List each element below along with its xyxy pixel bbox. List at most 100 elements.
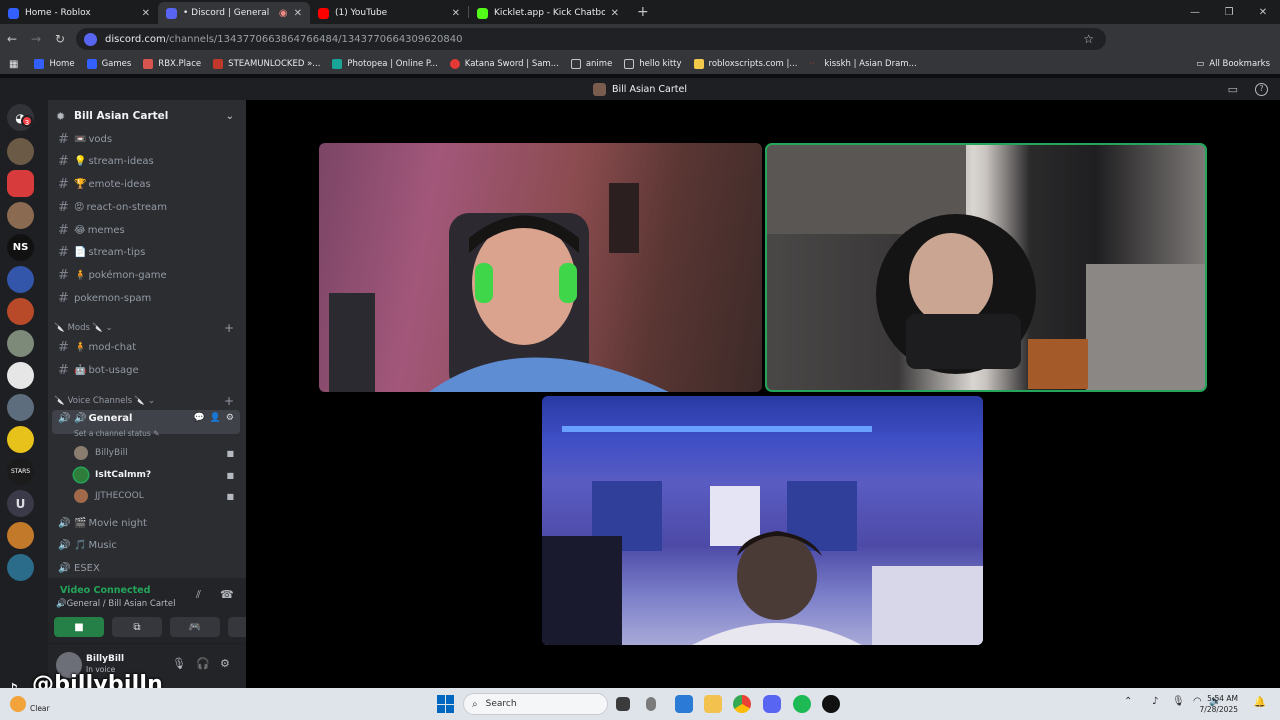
app-icon[interactable] (822, 695, 840, 713)
bookmark-photopea[interactable]: Photopea | Online P... (332, 59, 438, 69)
task-view-icon[interactable] (616, 697, 630, 711)
close-tab-icon[interactable]: ✕ (142, 8, 150, 19)
voice-user[interactable]: BillyBill ■ (74, 444, 240, 462)
tab-kicklet[interactable]: Kicklet.app - Kick Chatbot and ✕ (469, 2, 627, 24)
close-window-icon[interactable]: ✕ (1246, 7, 1280, 18)
server-icon[interactable] (7, 394, 34, 421)
back-icon[interactable]: ← (0, 32, 24, 46)
noise-suppression-icon[interactable]: ⫽ (196, 588, 201, 602)
chat-bubble-icon[interactable]: 💬 (193, 413, 204, 423)
channel-memes[interactable]: # 😂 memes (52, 220, 240, 240)
server-icon[interactable]: U (7, 490, 34, 517)
reload-icon[interactable]: ↻ (48, 32, 72, 46)
chrome-icon[interactable] (733, 695, 751, 713)
category-voice-channels[interactable]: 🔪 Voice Channels 🔪 ⌄ + (54, 393, 240, 409)
add-member-icon[interactable]: 👤 (210, 413, 221, 423)
channel-vods[interactable]: # 📼 vods (52, 129, 240, 149)
bookmark-robloxscripts[interactable]: robloxscripts.com |... (693, 59, 797, 69)
bookmark-folder-hello-kitty[interactable]: hello kitty (624, 59, 682, 69)
bookmark-steamunlocked[interactable]: STEAMUNLOCKED »... (213, 59, 320, 69)
add-channel-icon[interactable]: + (224, 321, 234, 335)
bookmark-games[interactable]: Games (86, 59, 131, 69)
file-explorer-icon[interactable] (704, 695, 722, 713)
screen-share-button[interactable]: ⧉ (112, 617, 162, 637)
help-icon[interactable]: ? (1255, 82, 1268, 96)
disconnect-icon[interactable]: ☎ (220, 588, 234, 601)
server-icon[interactable] (7, 554, 34, 581)
bookmark-kisskh[interactable]: ·· kisskh | Asian Dram... (809, 59, 916, 69)
tiktok-tray-icon[interactable]: ♪ (1152, 696, 1158, 707)
server-icon[interactable] (7, 522, 34, 549)
bookmark-folder-anime[interactable]: anime (570, 59, 612, 69)
all-bookmarks-button[interactable]: ▭ All Bookmarks (1196, 54, 1270, 74)
chevron-down-icon[interactable]: ⌄ (226, 111, 234, 122)
server-header[interactable]: ✹ Bill Asian Cartel ⌄ (48, 100, 246, 132)
tray-overflow-icon[interactable]: ⌃ (1124, 696, 1132, 707)
forward-icon[interactable]: → (24, 32, 48, 46)
weather-icon[interactable] (10, 696, 26, 712)
channel-pokemon-game[interactable]: # 🧍 pokémon-game (52, 265, 240, 285)
minimize-icon[interactable]: — (1178, 7, 1212, 18)
close-tab-icon[interactable]: ✕ (294, 8, 302, 19)
voice-location[interactable]: 🔊General / Bill Asian Cartel (56, 599, 175, 609)
server-icon[interactable]: STARS (7, 458, 34, 485)
category-mods[interactable]: 🔪 Mods 🔪 ⌄ + (54, 320, 240, 336)
url-bar[interactable]: discord.com/channels/1343770663864766484… (76, 28, 1106, 50)
tab-discord[interactable]: • Discord | General | Bill ◉ ✕ (158, 2, 310, 24)
restore-icon[interactable]: ❐ (1212, 7, 1246, 18)
voice-channel-music[interactable]: 🔊 🎵 Music (52, 535, 240, 555)
channel-mod-chat[interactable]: # 🧍 mod-chat (52, 337, 240, 357)
bookmark-rbxplace[interactable]: RBX.Place (143, 59, 201, 69)
activities-button[interactable]: 🎮 (170, 617, 220, 637)
inbox-icon[interactable]: ▭ (1228, 83, 1238, 96)
apps-grid-icon[interactable]: ▦ (9, 59, 18, 70)
app-icon[interactable] (675, 695, 693, 713)
server-icon[interactable] (7, 170, 34, 197)
voice-connected-status[interactable]: Video Connected (60, 585, 150, 596)
channel-stream-tips[interactable]: # 📄 stream-tips (52, 242, 240, 262)
server-icon[interactable]: NS (7, 234, 34, 261)
server-icon[interactable] (7, 362, 34, 389)
notification-bell-icon[interactable]: 🔔 (1254, 697, 1266, 708)
microphone-icon[interactable]: 🎙 (172, 657, 186, 670)
audio-playing-icon[interactable]: ◉ (279, 8, 288, 19)
channel-react-on-stream[interactable]: # 😡 react-on-stream (52, 197, 240, 217)
voice-user[interactable]: JJTHECOOL ■ (74, 487, 240, 505)
channel-pokemon-spam[interactable]: # pokemon-spam (52, 288, 240, 308)
new-tab-button[interactable]: + (637, 4, 649, 20)
bookmark-katana[interactable]: Katana Sword | Sam... (449, 59, 559, 69)
video-tile[interactable] (319, 143, 762, 392)
server-icon[interactable] (7, 138, 34, 165)
video-tile[interactable] (542, 396, 983, 645)
tab-youtube[interactable]: (1) YouTube ✕ (310, 2, 468, 24)
tab-roblox[interactable]: Home - Roblox ✕ (0, 2, 158, 24)
video-tile-speaking[interactable] (765, 143, 1207, 392)
app-icon[interactable] (646, 697, 656, 711)
camera-toggle-button[interactable]: ■ (54, 617, 104, 637)
microphone-icon[interactable]: 🎙 (1172, 696, 1185, 707)
channel-stream-ideas[interactable]: # 💡 stream-ideas (52, 151, 240, 171)
server-icon[interactable] (7, 330, 34, 357)
clock[interactable]: 5:54 AM 7/28/2025 (1200, 693, 1238, 715)
gear-icon[interactable]: ⚙ (226, 413, 234, 423)
add-channel-icon[interactable]: + (224, 394, 234, 408)
bookmark-star-icon[interactable]: ☆ (1083, 32, 1094, 46)
gear-icon[interactable]: ⚙ (220, 657, 230, 670)
site-info-icon[interactable] (84, 32, 97, 46)
channel-bot-usage[interactable]: # 🤖 bot-usage (52, 360, 240, 380)
voice-channel-movie-night[interactable]: 🔊 🎬 Movie night (52, 513, 240, 533)
headphones-icon[interactable]: 🎧 (196, 657, 210, 670)
channel-emote-ideas[interactable]: # 🏆 emote-ideas (52, 174, 240, 194)
server-icon[interactable] (7, 426, 34, 453)
close-tab-icon[interactable]: ✕ (452, 8, 460, 19)
spotify-icon[interactable] (793, 695, 811, 713)
server-icon[interactable] (7, 298, 34, 325)
bookmark-home[interactable]: Home (34, 59, 75, 69)
server-icon[interactable] (7, 202, 34, 229)
server-icon[interactable] (7, 266, 34, 293)
voice-channel-esex[interactable]: 🔊 ESEX (52, 558, 240, 578)
taskbar-search[interactable]: ⌕ Search (463, 693, 608, 715)
discord-icon[interactable] (763, 695, 781, 713)
close-tab-icon[interactable]: ✕ (611, 8, 619, 19)
start-button[interactable] (437, 695, 455, 713)
